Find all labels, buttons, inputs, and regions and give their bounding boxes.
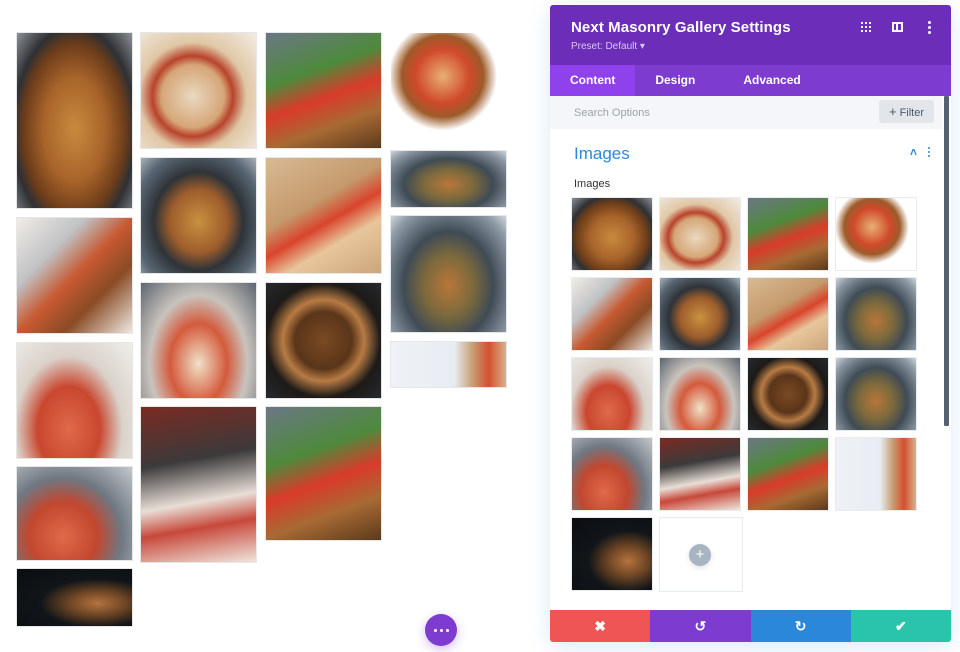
gallery-image[interactable] [390,215,507,333]
settings-panel: Next Masonry Gallery Settings Preset: De… [550,5,951,642]
masonry-gallery [0,0,540,652]
image-thumbnail[interactable] [747,197,829,271]
image-thumbnail[interactable] [659,437,741,511]
image-thumbnail[interactable] [571,437,653,511]
undo-icon: ↺ [694,618,707,634]
filter-button[interactable]: + Filter [879,100,934,123]
dot-icon [433,628,437,632]
more-options-icon[interactable] [923,20,935,34]
image-thumbnail[interactable] [571,277,653,351]
gallery-image[interactable] [140,157,257,274]
save-button[interactable]: ✔ [850,610,951,642]
gallery-image[interactable] [16,32,133,209]
dot-icon [445,628,449,632]
page: Next Masonry Gallery Settings Preset: De… [0,0,960,652]
more-actions-button[interactable] [425,614,457,646]
gallery-image[interactable] [390,32,507,142]
tab-advanced[interactable]: Advanced [723,65,820,96]
gallery-image[interactable] [140,282,257,399]
gallery-image[interactable] [390,341,507,388]
gallery-image[interactable] [390,150,507,208]
redo-icon: ↻ [794,618,807,634]
plus-icon: + [888,104,897,119]
image-thumbnail[interactable] [659,197,741,271]
check-icon: ✔ [895,618,907,634]
plus-icon: + [689,544,711,566]
cancel-button[interactable]: ✖ [550,610,651,642]
gallery-image[interactable] [16,568,133,627]
image-thumbnail[interactable] [747,357,829,431]
dot-icon [439,628,443,632]
section-menu-icon[interactable] [928,147,930,157]
image-thumbnail[interactable] [571,197,653,271]
gallery-image[interactable] [16,466,133,561]
images-field-label: Images [574,178,611,190]
image-thumbnail[interactable] [571,357,653,431]
image-thumbnail[interactable] [571,517,653,591]
filter-label: Filter [899,107,925,119]
image-thumbnail[interactable] [659,277,741,351]
chevron-up-icon[interactable]: ˄ [910,145,917,159]
gallery-image[interactable] [16,342,133,459]
panel-header: Next Masonry Gallery Settings Preset: De… [550,5,951,65]
expand-icon[interactable] [861,20,873,34]
image-thumbnail[interactable] [747,277,829,351]
gallery-image[interactable] [265,157,382,274]
image-thumbnail[interactable] [835,197,917,271]
search-bar: +Filter [550,96,942,129]
action-bar: ✖ ↺ ↻ ✔ [550,610,951,642]
redo-button[interactable]: ↻ [750,610,851,642]
image-thumbnail[interactable] [659,357,741,431]
search-options-input[interactable] [562,102,862,124]
preset-dropdown[interactable]: Preset: Default ▾ [571,41,645,52]
gallery-image[interactable] [265,406,382,541]
tab-bar: Content Design Advanced [550,65,951,96]
undo-button[interactable]: ↺ [650,610,751,642]
image-thumbnail[interactable] [835,277,917,351]
split-view-icon[interactable] [892,20,904,34]
add-image-button[interactable]: + [659,517,743,592]
tab-content[interactable]: Content [550,65,636,96]
image-thumbnail[interactable] [835,437,917,511]
image-thumbnail[interactable] [747,437,829,511]
gallery-image[interactable] [265,32,382,149]
close-icon: ✖ [594,618,606,634]
scrollbar[interactable] [944,96,949,426]
gallery-image[interactable] [140,32,257,149]
image-thumbnail[interactable] [835,357,917,431]
gallery-image[interactable] [265,282,382,399]
gallery-image[interactable] [140,406,257,563]
tab-design[interactable]: Design [635,65,723,96]
gallery-image[interactable] [16,217,133,334]
panel-title: Next Masonry Gallery Settings [571,19,791,36]
section-title[interactable]: Images [574,144,630,164]
